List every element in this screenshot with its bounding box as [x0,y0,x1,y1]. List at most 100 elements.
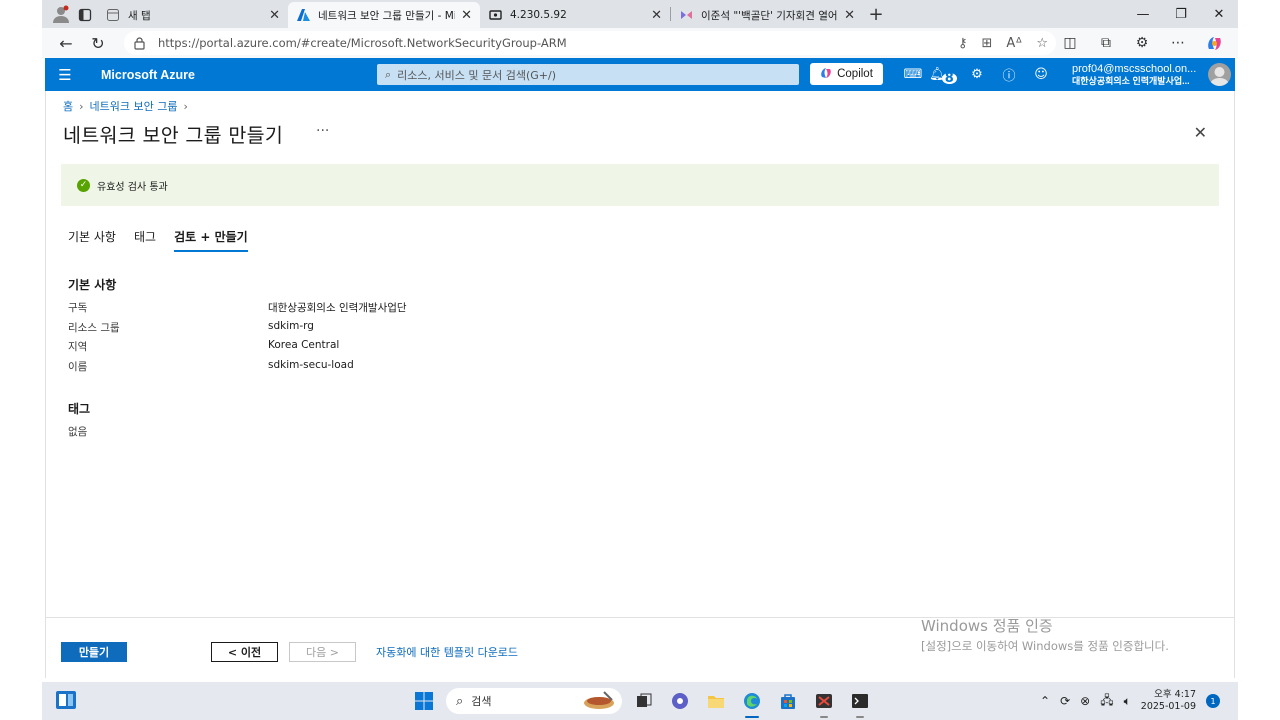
close-tab-icon[interactable]: ✕ [461,8,472,23]
new-tab-page-icon [106,8,120,22]
widgets-icon[interactable] [55,690,77,710]
resource-group-value: sdkim-rg [268,320,314,332]
tab-news[interactable]: 이준석 "'백골단' 기자회견 열어준 ✕ [671,2,863,28]
watermark-title: Windows 정품 인증 [921,617,1053,635]
name-label: 이름 [68,361,88,373]
azure-search-input[interactable]: ⌕ 리소스, 서비스 및 문서 검색(G+/) [377,64,799,85]
close-tab-icon[interactable]: ✕ [651,8,662,23]
back-icon[interactable]: ← [50,29,82,57]
copilot-label: Copilot [837,68,873,80]
region-value: Korea Central [268,339,340,351]
volume-icon[interactable]: 🔈︎ [1124,694,1131,709]
avatar[interactable] [1208,63,1231,86]
task-view-icon[interactable] [630,687,658,715]
edge-browser-icon[interactable] [738,687,766,718]
name-value: sdkim-secu-load [268,359,354,371]
activation-watermark: Windows 정품 인증 [설정]으로 이동하여 Windows를 정품 인증… [921,615,1169,654]
minimize-icon[interactable]: — [1124,0,1162,28]
azure-brand[interactable]: Microsoft Azure [101,68,195,82]
tags-heading: 태그 [68,402,91,416]
resource-group-label: 리소스 그룹 [68,322,120,334]
taskbar-apps: ⌕ 검색 [410,686,874,718]
create-button[interactable]: 만들기 [61,642,127,662]
favorite-star-icon[interactable]: ☆ [1036,36,1048,51]
screen: 새 탭 ✕ 네트워크 보안 그룹 만들기 - Micr ✕ 4.230.5.92… [0,0,1280,720]
close-window-icon[interactable]: ✕ [1200,0,1238,28]
news-site-icon [679,8,693,22]
taskbar-search[interactable]: ⌕ 검색 [446,688,622,714]
network-icon[interactable]: 🖧︎ [1100,691,1113,712]
url-actions: ⚷ ⊞ Aᐞ ☆ [958,36,1048,51]
restore-icon[interactable]: ❐ [1162,0,1200,28]
search-highlight-icon [582,690,616,715]
close-blade-icon[interactable]: ✕ [1194,123,1207,142]
account-email: prof04@mscsschool.on... [1072,63,1197,75]
notifications-icon[interactable]: 🔔︎ 8 [929,58,961,91]
more-menu-icon[interactable]: ⋯ [1160,35,1196,51]
notification-center-badge[interactable]: 1 [1206,694,1220,708]
store-icon[interactable] [774,687,802,715]
azure-header: ☰ Microsoft Azure ⌕ 리소스, 서비스 및 문서 검색(G+/… [45,58,1235,91]
lock-icon[interactable] [134,36,150,50]
collections-icon[interactable]: ⧉ [1088,35,1124,51]
teams-chat-icon[interactable] [666,687,694,715]
copilot-button[interactable]: Copilot [810,63,883,85]
tab-review-create[interactable]: 검토 + 만들기 [174,228,248,252]
help-icon[interactable]: ⓘ [993,58,1025,91]
profile-icon[interactable] [48,1,74,27]
workspaces-icon[interactable] [74,2,98,28]
tab-basics[interactable]: 기본 사항 [68,228,116,252]
terminal-icon[interactable] [846,687,874,718]
tab-tags[interactable]: 태그 [134,228,156,252]
error-circle-icon[interactable]: ⊗ [1080,694,1090,708]
split-screen-icon[interactable]: ◫ [1052,35,1088,51]
taskbar: ⌕ 검색 ⌃ ⟳ ⊗ 🖧︎ 🔈︎ 오후 4:17 2025-01-09 1 [42,682,1238,720]
address-bar-row: ← ↻ https://portal.azure.com/#create/Mic… [42,28,1238,58]
chevron-up-icon[interactable]: ⌃ [1040,694,1050,708]
tags-value: 없음 [68,426,88,438]
copilot-icon [820,67,832,82]
refresh-icon[interactable]: ↻ [82,29,114,57]
snipping-tool-icon[interactable] [810,687,838,718]
breadcrumb-nsg[interactable]: 네트워크 보안 그룹 [90,98,178,114]
settings-gear-icon[interactable]: ⚙ [961,58,993,91]
wizard-tabs: 기본 사항 태그 검토 + 만들기 [68,228,266,252]
main-content: 홈 › 네트워크 보안 그룹 › 네트워크 보안 그룹 만들기 ··· ✕ ✓ … [45,91,1235,678]
tab-remote-ip[interactable]: 4.230.5.92 ✕ [480,2,670,28]
account-info[interactable]: prof04@mscsschool.on... 대한상공회의소 인력개발사업..… [1072,63,1196,87]
tab-azure-nsg[interactable]: 네트워크 보안 그룹 만들기 - Micr ✕ [288,2,480,28]
read-aloud-icon[interactable]: Aᐞ [1006,36,1022,51]
validation-banner: ✓ 유효성 검사 통과 [61,164,1219,206]
previous-button[interactable]: < 이전 [211,642,278,662]
region-label: 지역 [68,341,88,353]
url-field[interactable]: https://portal.azure.com/#create/Microso… [124,31,1056,55]
tab-new-tab[interactable]: 새 탭 ✕ [98,2,288,28]
tab-strip: 새 탭 ✕ 네트워크 보안 그룹 만들기 - Micr ✕ 4.230.5.92… [42,0,1238,28]
notification-badge: 8 [941,71,957,86]
file-explorer-icon[interactable] [702,687,730,715]
tab-title: 이준석 "'백골단' 기자회견 열어준 [701,9,839,22]
page-title: 네트워크 보안 그룹 만들기 [63,124,284,147]
azure-logo-icon [296,8,310,22]
new-tab-button[interactable]: + [863,4,889,25]
start-icon[interactable] [410,687,438,715]
tab-title: 새 탭 [128,9,151,22]
breadcrumb: 홈 › 네트워크 보안 그룹 › [63,98,188,114]
taskbar-search-label: 검색 [471,695,492,708]
sync-icon[interactable]: ⟳ [1060,694,1070,708]
breadcrumb-home[interactable]: 홈 [63,98,73,114]
clock[interactable]: 오후 4:17 2025-01-09 [1141,689,1196,713]
browser-window: 새 탭 ✕ 네트워크 보안 그룹 만들기 - Micr ✕ 4.230.5.92… [42,0,1238,720]
search-icon: ⌕ [385,67,392,81]
key-icon[interactable]: ⚷ [958,36,968,51]
cloud-shell-icon[interactable]: ⌨ [897,58,929,91]
close-tab-icon[interactable]: ✕ [269,8,280,23]
edge-copilot-icon[interactable] [1196,35,1232,52]
feedback-icon[interactable]: ☺ [1025,58,1057,91]
extensions-icon[interactable]: ⚙ [1124,35,1160,51]
more-options-icon[interactable]: ··· [316,123,329,139]
hamburger-menu-icon[interactable]: ☰ [45,66,85,84]
apps-icon[interactable]: ⊞ [981,36,992,51]
close-tab-icon[interactable]: ✕ [844,8,855,23]
download-template-link[interactable]: 자동화에 대한 템플릿 다운로드 [376,644,518,660]
